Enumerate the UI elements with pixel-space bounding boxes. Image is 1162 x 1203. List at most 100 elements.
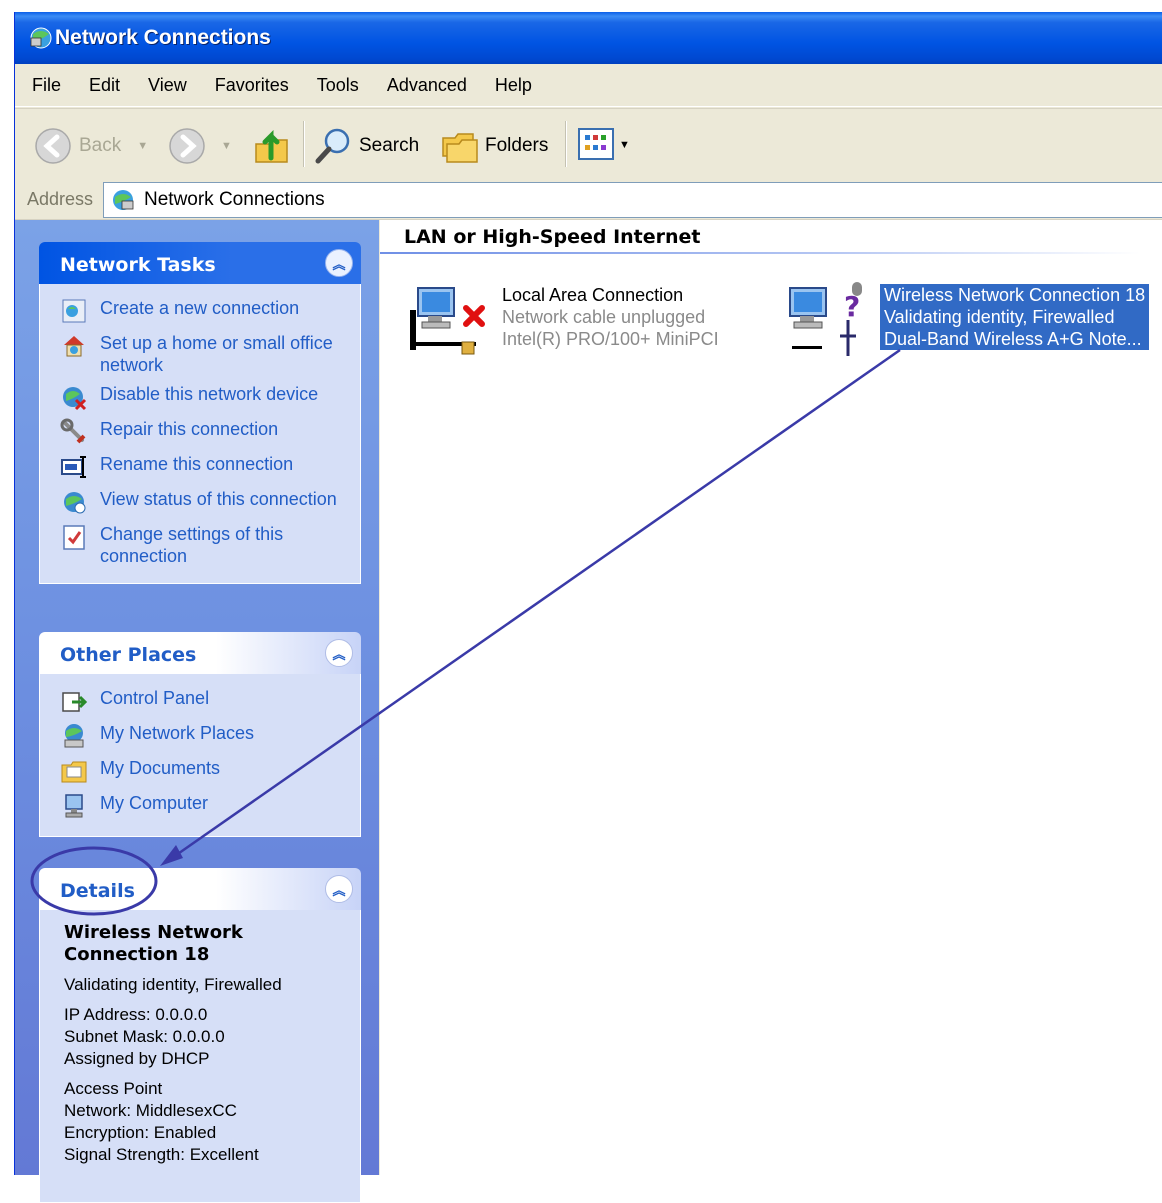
wireless-connection-icon: ? [789,282,862,356]
menu-favorites[interactable]: Favorites [215,75,289,96]
disable-device-icon [63,387,87,411]
up-button[interactable] [253,126,291,166]
task-label: View status of this connection [100,489,337,509]
menu-help[interactable]: Help [495,75,532,96]
network-tasks-title: Network Tasks [60,254,216,276]
repair-icon [60,418,86,444]
connection-device: Dual-Band Wireless A+G Note... [884,329,1142,349]
collapse-chevron-icon[interactable]: ︽ [325,875,353,903]
toolbar: Back ▼ ▼ Search Folders ▼ [15,108,1162,180]
place-label: My Computer [100,793,209,813]
task-view-status[interactable]: View status of this connection [40,485,360,520]
group-title: LAN or High-Speed Internet [404,226,701,248]
network-tasks-panel: Network Tasks ︽ Create a new connection … [39,242,361,584]
search-button[interactable]: Search [313,126,419,166]
settings-icon [63,525,85,550]
connection-device: Intel(R) PRO/100+ MiniPCI [502,329,719,349]
menu-edit[interactable]: Edit [89,75,120,96]
task-label: Create a new connection [100,298,300,318]
folders-icon [442,133,478,163]
task-label: Repair this connection [100,419,279,439]
task-change-settings[interactable]: Change settings of this connection [40,520,360,571]
new-connection-icon [62,299,86,323]
rename-icon [61,456,86,478]
connection-local-area[interactable]: Local Area Connection Network cable unpl… [408,280,748,360]
search-icon [315,128,350,164]
connection-name: Wireless Network Connection 18 [884,285,1146,305]
place-label: My Documents [100,758,221,778]
documents-folder-icon [61,761,87,783]
place-my-computer[interactable]: My Computer [40,789,360,824]
details-subnet-mask: Subnet Mask: 0.0.0.0 [64,1027,225,1046]
search-label: Search [359,135,420,156]
task-disable-device[interactable]: Disable this network device [40,380,360,415]
details-header[interactable]: Details ︽ [39,868,361,910]
network-tasks-header[interactable]: Network Tasks ︽ [39,242,361,284]
address-field[interactable]: Network Connections [103,182,1162,218]
views-icon [578,128,614,160]
menu-file[interactable]: File [32,75,61,96]
place-label: My Network Places [100,723,255,743]
lan-connection-icon [410,287,485,355]
other-places-list: Control Panel My Network Places My Docum… [39,674,361,837]
up-folder-icon [255,129,288,163]
task-label: Rename this connection [100,454,294,474]
task-label: Change settings of this connection [100,524,284,566]
menu-advanced[interactable]: Advanced [387,75,467,96]
task-repair-connection[interactable]: Repair this connection [40,415,360,450]
details-connection-name: Wireless Network Connection 18 [64,922,243,965]
back-label: Back [79,135,122,156]
computer-icon [65,794,83,818]
forward-arrow-icon [169,128,205,164]
details-assigned-by: Assigned by DHCP [64,1049,210,1068]
title-bar[interactable]: Network Connections [15,12,1162,64]
control-panel-icon [62,692,88,712]
details-body: Wireless Network Connection 18 Validatin… [39,910,361,1203]
network-places-icon [64,724,84,748]
menu-view[interactable]: View [148,75,187,96]
back-button[interactable]: Back ▼ [33,126,148,166]
folders-label: Folders [485,135,549,156]
task-pane: Network Tasks ︽ Create a new connection … [15,220,379,1203]
folders-button[interactable]: Folders [439,126,548,166]
task-label: Set up a home or small office network [100,333,333,375]
task-create-connection[interactable]: Create a new connection [40,294,360,329]
views-button[interactable]: ▼ [577,127,630,163]
address-label: Address [27,189,94,209]
task-home-network[interactable]: Set up a home or small office network [40,329,360,380]
details-ip-address: IP Address: 0.0.0.0 [64,1005,208,1024]
network-connections-icon [113,190,134,210]
network-tasks-list: Create a new connection Set up a home or… [39,284,361,584]
back-arrow-icon [35,128,71,164]
place-my-documents[interactable]: My Documents [40,754,360,789]
other-places-header[interactable]: Other Places ︽ [39,632,361,674]
details-title: Details [60,880,135,902]
network-connections-window: Network Connections File Edit View Favor… [14,12,1162,1203]
forward-button[interactable]: ▼ [167,126,232,166]
task-label: Disable this network device [100,384,319,404]
connection-wireless-18[interactable]: ? Wireless Network Connection 18 Validat… [786,280,1158,360]
other-places-panel: Other Places ︽ Control Panel My Network … [39,632,361,837]
collapse-chevron-icon[interactable]: ︽ [325,639,353,667]
network-connections-icon [30,27,52,49]
menu-tools[interactable]: Tools [317,75,359,96]
back-dropdown-icon[interactable]: ▼ [137,140,148,152]
views-dropdown-icon[interactable]: ▼ [619,139,630,151]
address-bar: Address Network Connections [15,179,1162,220]
connection-status: Validating identity, Firewalled [884,307,1115,327]
place-my-network-places[interactable]: My Network Places [40,719,360,754]
status-icon [64,492,86,514]
connection-status: Network cable unplugged [502,307,706,327]
place-control-panel[interactable]: Control Panel [40,684,360,719]
details-encryption: Encryption: Enabled [64,1123,217,1142]
details-signal-strength: Signal Strength: Excellent [64,1145,259,1164]
connection-name: Local Area Connection [502,285,684,305]
forward-dropdown-icon[interactable]: ▼ [221,140,232,152]
task-rename-connection[interactable]: Rename this connection [40,450,360,485]
details-access-point: Access Point [64,1079,163,1098]
window-title: Network Connections [55,26,271,49]
home-network-icon [64,336,84,357]
menu-bar: File Edit View Favorites Tools Advanced … [15,64,1162,107]
collapse-chevron-icon[interactable]: ︽ [325,249,353,277]
details-panel: Details ︽ Wireless Network Connection 18… [39,868,361,1203]
